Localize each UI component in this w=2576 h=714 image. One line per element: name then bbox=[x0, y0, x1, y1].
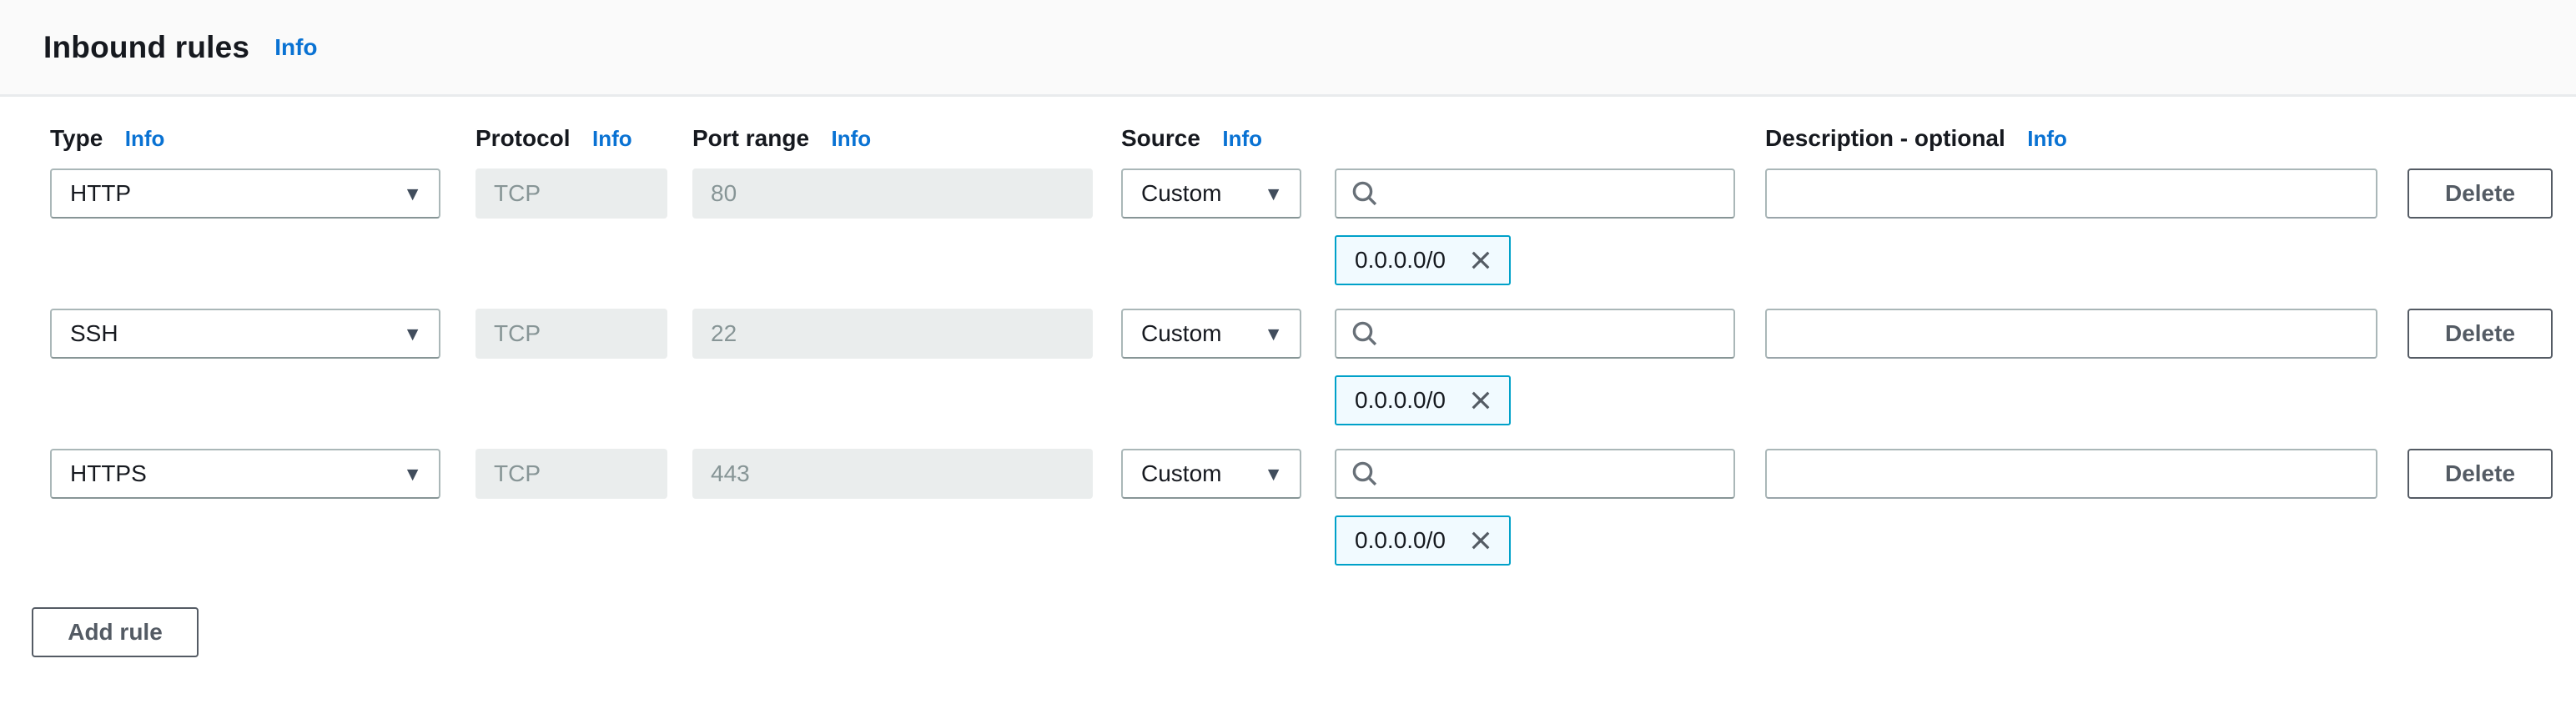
description-input[interactable] bbox=[1765, 168, 2377, 219]
type-column-label: Type bbox=[50, 125, 103, 151]
add-rule-button[interactable]: Add rule bbox=[32, 607, 199, 657]
caret-down-icon: ▼ bbox=[1264, 465, 1283, 484]
caret-down-icon: ▼ bbox=[1264, 184, 1283, 204]
description-column-label: Description - optional bbox=[1765, 125, 2005, 151]
description-input[interactable] bbox=[1765, 449, 2377, 499]
protocol-field: TCP bbox=[475, 449, 667, 499]
type-select[interactable]: HTTPS ▼ bbox=[50, 449, 440, 499]
description-column-header: Description - optional Info bbox=[1765, 125, 2377, 152]
source-cidr-value: 0.0.0.0/0 bbox=[1355, 387, 1446, 414]
source-type-select[interactable]: Custom ▼ bbox=[1121, 309, 1301, 359]
port-range-field: 80 bbox=[692, 168, 1093, 219]
inbound-rules-info-link[interactable]: Info bbox=[274, 34, 317, 61]
inbound-rules-editor: Type Info Protocol Info Port range Info … bbox=[0, 97, 2576, 657]
source-cidr-token: 0.0.0.0/0 bbox=[1335, 515, 1511, 566]
inbound-rule-row-https: HTTPS ▼ TCP 443 Custom ▼ bbox=[0, 449, 2576, 566]
type-select[interactable]: SSH ▼ bbox=[50, 309, 440, 359]
delete-rule-button[interactable]: Delete bbox=[2407, 168, 2553, 219]
protocol-info-link[interactable]: Info bbox=[592, 126, 632, 151]
description-input[interactable] bbox=[1765, 309, 2377, 359]
page-title: Inbound rules bbox=[43, 30, 249, 65]
caret-down-icon: ▼ bbox=[403, 324, 422, 344]
type-info-link[interactable]: Info bbox=[125, 126, 165, 151]
inbound-rule-row-http: HTTP ▼ TCP 80 Custom ▼ bbox=[0, 168, 2576, 285]
source-type-select-value: Custom bbox=[1141, 180, 1221, 207]
protocol-column-label: Protocol bbox=[475, 125, 571, 151]
type-column-header: Type Info bbox=[50, 125, 440, 152]
caret-down-icon: ▼ bbox=[403, 184, 422, 204]
source-cidr-token: 0.0.0.0/0 bbox=[1335, 375, 1511, 425]
port-range-column-label: Port range bbox=[692, 125, 809, 151]
type-select-value: HTTPS bbox=[70, 460, 147, 487]
dismiss-token-icon[interactable] bbox=[1467, 247, 1494, 274]
protocol-field: TCP bbox=[475, 168, 667, 219]
port-range-field: 443 bbox=[692, 449, 1093, 499]
protocol-column-header: Protocol Info bbox=[475, 125, 667, 152]
dismiss-token-icon[interactable] bbox=[1467, 527, 1494, 554]
source-column-header: Source Info bbox=[1121, 125, 1301, 152]
delete-rule-button[interactable]: Delete bbox=[2407, 309, 2553, 359]
type-select-value: SSH bbox=[70, 320, 118, 347]
search-icon bbox=[1350, 319, 1380, 349]
source-type-select-value: Custom bbox=[1141, 460, 1221, 487]
source-info-link[interactable]: Info bbox=[1222, 126, 1262, 151]
description-info-link[interactable]: Info bbox=[2027, 126, 2067, 151]
inbound-rule-row-ssh: SSH ▼ TCP 22 Custom ▼ bbox=[0, 309, 2576, 425]
search-icon bbox=[1350, 459, 1380, 489]
inbound-rules-header: Inbound rules Info bbox=[0, 0, 2576, 97]
delete-rule-button[interactable]: Delete bbox=[2407, 449, 2553, 499]
column-headers: Type Info Protocol Info Port range Info … bbox=[0, 125, 2576, 153]
source-type-select[interactable]: Custom ▼ bbox=[1121, 168, 1301, 219]
caret-down-icon: ▼ bbox=[403, 465, 422, 484]
search-icon bbox=[1350, 178, 1380, 209]
source-search-input[interactable] bbox=[1335, 449, 1735, 499]
source-type-select-value: Custom bbox=[1141, 320, 1221, 347]
source-cidr-value: 0.0.0.0/0 bbox=[1355, 527, 1446, 554]
protocol-field: TCP bbox=[475, 309, 667, 359]
port-range-field: 22 bbox=[692, 309, 1093, 359]
source-search-input[interactable] bbox=[1335, 309, 1735, 359]
source-column-label: Source bbox=[1121, 125, 1200, 151]
source-cidr-value: 0.0.0.0/0 bbox=[1355, 247, 1446, 274]
dismiss-token-icon[interactable] bbox=[1467, 387, 1494, 414]
type-select[interactable]: HTTP ▼ bbox=[50, 168, 440, 219]
port-range-info-link[interactable]: Info bbox=[831, 126, 871, 151]
source-cidr-token: 0.0.0.0/0 bbox=[1335, 235, 1511, 285]
type-select-value: HTTP bbox=[70, 180, 131, 207]
source-type-select[interactable]: Custom ▼ bbox=[1121, 449, 1301, 499]
source-search-input[interactable] bbox=[1335, 168, 1735, 219]
caret-down-icon: ▼ bbox=[1264, 324, 1283, 344]
port-range-column-header: Port range Info bbox=[692, 125, 1093, 152]
